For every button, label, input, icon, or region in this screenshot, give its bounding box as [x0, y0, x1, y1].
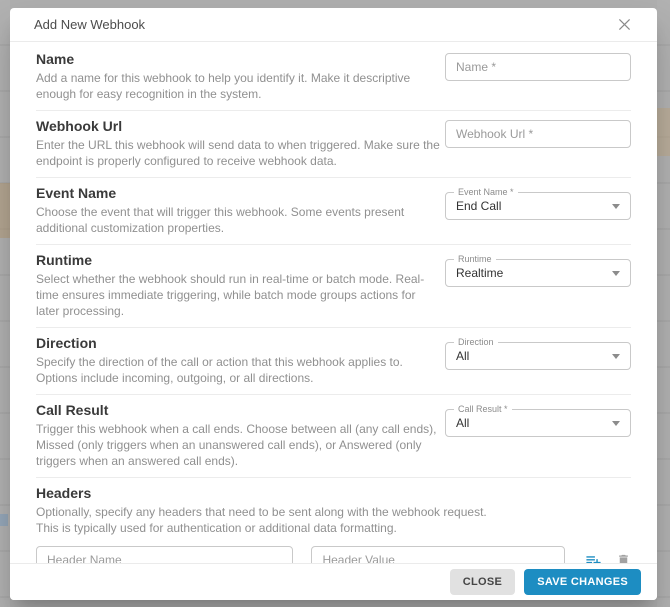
call-result-select[interactable]: Call Result * All: [445, 404, 631, 437]
section-heading: Event Name: [36, 185, 117, 201]
section-description: Choose the event that will trigger this …: [36, 205, 405, 235]
section-heading: Call Result: [36, 402, 109, 418]
chevron-down-icon: [612, 270, 620, 276]
runtime-select[interactable]: Runtime Realtime: [445, 254, 631, 287]
dialog-content: Name Add a name for this webhook to help…: [10, 42, 657, 563]
section-description-line2: This is typically used for authenticatio…: [36, 521, 397, 535]
form-section-headers: Headers Optionally, specify any headers …: [36, 478, 631, 563]
form-section-direction: Direction Specify the direction of the c…: [36, 328, 631, 395]
select-value: Realtime: [456, 266, 504, 280]
name-input[interactable]: [445, 53, 631, 81]
section-heading: Headers: [36, 485, 92, 501]
form-section-event-name: Event Name Choose the event that will tr…: [36, 178, 631, 245]
select-label: Event Name *: [454, 187, 518, 198]
chevron-down-icon: [612, 353, 620, 359]
select-label: Runtime: [454, 254, 496, 265]
trash-icon: [619, 554, 628, 563]
dialog-header: Add New Webhook: [10, 8, 657, 42]
section-heading: Direction: [36, 335, 97, 351]
form-section-name: Name Add a name for this webhook to help…: [36, 44, 631, 111]
select-value: All: [456, 416, 470, 430]
header-value-input[interactable]: [311, 546, 565, 563]
form-section-call-result: Call Result Trigger this webhook when a …: [36, 395, 631, 478]
form-section-webhook-url: Webhook Url Enter the URL this webhook w…: [36, 111, 631, 178]
select-value: End Call: [456, 199, 502, 213]
event-name-select[interactable]: Event Name * End Call: [445, 187, 631, 220]
background-page-remnant: [657, 108, 670, 156]
dialog-title: Add New Webhook: [34, 17, 146, 32]
background-page-remnant: [0, 514, 8, 526]
background-page-remnant: [657, 0, 670, 607]
delete-header-button[interactable]: [616, 553, 631, 563]
direction-select[interactable]: Direction All: [445, 337, 631, 370]
add-webhook-dialog: Add New Webhook Name Add a name for this…: [10, 8, 657, 600]
section-description-line1: Optionally, specify any headers that nee…: [36, 505, 487, 519]
save-changes-button[interactable]: SAVE CHANGES: [524, 569, 641, 595]
section-heading: Name: [36, 51, 75, 67]
background-page-remnant: [0, 183, 10, 238]
playlist-add-icon: [586, 555, 601, 563]
select-value: All: [456, 349, 470, 363]
add-header-button[interactable]: [585, 552, 602, 563]
section-heading: Webhook Url: [36, 118, 123, 134]
close-button[interactable]: CLOSE: [449, 569, 516, 595]
webhook-url-input[interactable]: [445, 120, 631, 148]
section-description: Add a name for this webhook to help you …: [36, 71, 411, 101]
close-dialog-button[interactable]: [616, 16, 633, 33]
section-description: Trigger this webhook when a call ends. C…: [36, 422, 437, 468]
section-description: Specify the direction of the call or act…: [36, 355, 403, 385]
select-label: Direction: [454, 337, 498, 348]
header-name-input[interactable]: [36, 546, 294, 563]
dialog-footer: CLOSE SAVE CHANGES: [10, 563, 657, 600]
chevron-down-icon: [612, 420, 620, 426]
close-icon: [618, 18, 631, 31]
section-heading: Runtime: [36, 252, 92, 268]
select-label: Call Result *: [454, 404, 512, 415]
form-section-runtime: Runtime Select whether the webhook shoul…: [36, 245, 631, 328]
section-description: Select whether the webhook should run in…: [36, 272, 425, 318]
section-description: Enter the URL this webhook will send dat…: [36, 138, 440, 168]
chevron-down-icon: [612, 203, 620, 209]
